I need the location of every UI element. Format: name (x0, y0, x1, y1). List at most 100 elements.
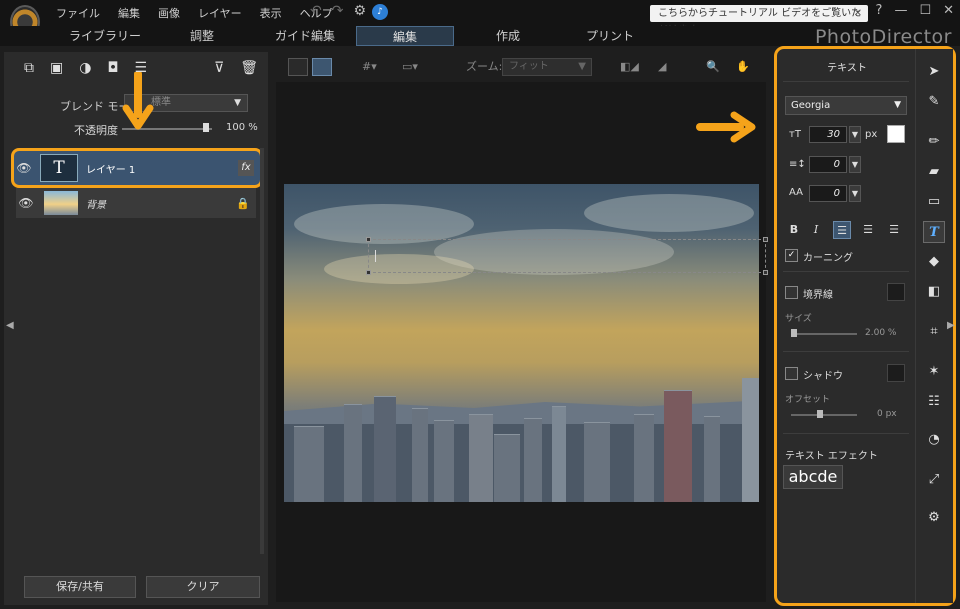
grid-icon[interactable]: #▾ (362, 58, 377, 76)
zoom-tool-icon[interactable]: 🔍 (706, 58, 720, 76)
resize-handle[interactable] (763, 237, 768, 242)
char-spacing-input[interactable]: 0 (809, 185, 847, 202)
text-selection-box[interactable] (366, 237, 768, 275)
undo-redo-group: ↶ ↷ ⚙ (310, 3, 366, 19)
kerning-checkbox[interactable]: ✓ (785, 249, 798, 262)
filter-icon[interactable]: ⊽ (214, 60, 224, 76)
text-layer-thumbnail: T (40, 154, 78, 182)
menu-image[interactable]: 画像 (158, 5, 180, 21)
close-icon[interactable]: ✕ (854, 5, 862, 22)
help-button[interactable]: ? (876, 3, 883, 18)
font-size-dropdown[interactable]: ▼ (849, 126, 861, 143)
chevron-down-icon: ▼ (578, 61, 586, 72)
tab-create[interactable]: 作成 (470, 26, 546, 46)
opacity-value: 100 % (226, 122, 258, 133)
line-spacing-input[interactable]: 0 (809, 156, 847, 173)
gradient-icon[interactable]: ◧ (923, 281, 945, 303)
add-image-layer-icon[interactable]: ▣ (50, 60, 63, 76)
font-family-value: Georgia (791, 100, 831, 111)
menu-edit[interactable]: 編集 (118, 5, 140, 21)
size-slider-track[interactable] (791, 333, 857, 335)
redo-icon[interactable]: ↷ (332, 3, 344, 19)
tab-library[interactable]: ライブラリー (60, 26, 150, 46)
resize-handle[interactable] (366, 237, 371, 242)
compare-icon[interactable]: ◧◢ (620, 58, 639, 76)
select-arrow-icon[interactable]: ➤ (923, 61, 945, 83)
city-sky-photo[interactable] (284, 184, 759, 502)
transform-icon[interactable]: ⤢ (923, 469, 945, 491)
timer-pie-icon[interactable]: ◔ (923, 429, 945, 451)
delete-icon[interactable]: 🗑 (240, 60, 258, 76)
close-window-button[interactable]: ✕ (943, 3, 954, 18)
zoom-select[interactable]: フィット ▼ (502, 58, 592, 76)
shadow-checkbox[interactable] (785, 367, 798, 380)
resize-handle[interactable] (366, 270, 371, 275)
sliders-icon[interactable]: ☷ (923, 391, 945, 413)
tab-edit[interactable]: 編集 (356, 26, 454, 46)
layers-scrollbar[interactable] (260, 148, 264, 554)
crop-icon[interactable]: ⌗ (923, 321, 945, 343)
border-color-swatch[interactable] (887, 283, 905, 301)
save-share-button[interactable]: 保存/共有 (24, 576, 136, 598)
collapse-left-panel-icon[interactable]: ◀ (6, 320, 14, 331)
minimize-button[interactable]: — (894, 3, 907, 18)
brush-stamp-icon[interactable]: ✎ (923, 91, 945, 113)
undo-icon[interactable]: ↶ (310, 3, 322, 19)
view-image-icon[interactable] (312, 58, 332, 76)
offset-slider-track[interactable] (791, 414, 857, 416)
settings-icon[interactable]: ⚙ (353, 3, 366, 19)
menu-file[interactable]: ファイル (56, 5, 100, 21)
tab-guided-edit[interactable]: ガイド編集 (260, 26, 350, 46)
bold-button[interactable]: B (785, 221, 803, 239)
text-color-swatch[interactable] (887, 125, 905, 143)
notification-bell-icon[interactable]: ♪ (372, 4, 388, 20)
align-right-icon[interactable]: ☰ (885, 221, 903, 239)
rectangle-icon[interactable]: ▭ (923, 191, 945, 213)
visibility-eye-icon[interactable]: 👁 (16, 196, 36, 210)
layer-row-background[interactable]: 👁 背景 🔒 (16, 188, 256, 218)
adjustment-layer-icon[interactable]: ◑ (79, 60, 91, 76)
visibility-eye-icon[interactable]: 👁 (14, 161, 34, 175)
chevron-down-icon: ▼ (234, 98, 241, 108)
new-layer-icon[interactable]: ⧉ (24, 60, 34, 76)
text-effect-sample[interactable]: abcde (783, 465, 843, 489)
border-checkbox[interactable] (785, 286, 798, 299)
offset-slider-thumb[interactable] (817, 410, 823, 418)
settings-gear-icon[interactable]: ⚙ (923, 507, 945, 529)
align-left-icon[interactable]: ☰ (833, 221, 851, 239)
tutorial-notification[interactable]: こちらからチュートリアル ビデオをご覧いただけます。 ✕ (650, 5, 868, 36)
font-size-icon: ᴛT (789, 129, 801, 140)
layer-row-selected[interactable]: 👁 T レイヤー 1 fx (11, 148, 263, 188)
fx-icon[interactable]: fx (238, 160, 254, 176)
tab-adjust[interactable]: 調整 (162, 26, 242, 46)
align-center-icon[interactable]: ☰ (859, 221, 877, 239)
italic-button[interactable]: I (807, 221, 825, 239)
view-single-icon[interactable] (288, 58, 308, 76)
line-spacing-dropdown[interactable]: ▼ (849, 156, 861, 173)
layers-panel: ⧉ ▣ ◑ ◘ ☰ ⊽ 🗑 ブレンド モード: 標準 ▼ 不透明度 100 % … (4, 52, 268, 605)
collapse-right-panel-icon[interactable]: ▶ (947, 320, 955, 331)
size-slider-thumb[interactable] (791, 329, 797, 337)
tab-print[interactable]: プリント (572, 26, 648, 46)
monitor-icon[interactable]: ▭▾ (402, 58, 418, 76)
resize-handle[interactable] (763, 270, 768, 275)
annotation-arrow-down (122, 72, 154, 130)
char-spacing-icon: AA (789, 187, 803, 198)
pen-icon[interactable]: ✏ (923, 131, 945, 153)
shadow-color-swatch[interactable] (887, 364, 905, 382)
hand-tool-icon[interactable]: ✋ (736, 58, 750, 76)
menu-layer[interactable]: レイヤー (198, 5, 242, 21)
menu-view[interactable]: 表示 (260, 5, 282, 21)
maximize-button[interactable]: ☐ (919, 3, 931, 18)
clear-button[interactable]: クリア (146, 576, 260, 598)
opacity-slider-thumb[interactable] (202, 123, 209, 132)
split-view-icon[interactable]: ◢ (658, 58, 666, 76)
text-tool-icon[interactable]: T (923, 221, 945, 243)
font-family-select[interactable]: Georgia ▼ (785, 96, 907, 115)
eraser-icon[interactable]: ▰ (923, 161, 945, 183)
fill-bucket-icon[interactable]: ◆ (923, 251, 945, 273)
char-spacing-dropdown[interactable]: ▼ (849, 185, 861, 202)
mask-icon[interactable]: ◘ (107, 60, 118, 76)
font-size-input[interactable]: 30 (809, 126, 847, 143)
magic-wand-icon[interactable]: ✶ (923, 361, 945, 383)
